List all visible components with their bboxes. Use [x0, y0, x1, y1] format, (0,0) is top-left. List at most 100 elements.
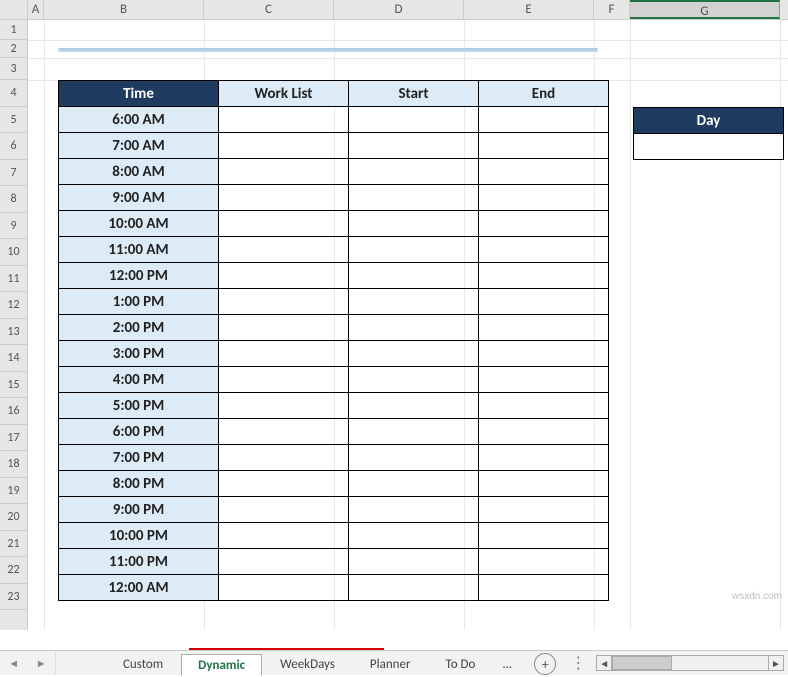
cell[interactable] [479, 133, 609, 159]
cell[interactable] [479, 393, 609, 419]
cell[interactable] [349, 211, 479, 237]
tab-planner[interactable]: Planner [353, 653, 428, 675]
cell[interactable] [219, 133, 349, 159]
cell[interactable] [349, 445, 479, 471]
header-worklist[interactable]: Work List [219, 81, 349, 107]
col-header-b[interactable]: B [44, 0, 204, 19]
cell[interactable] [219, 393, 349, 419]
time-cell[interactable]: 3:00 PM [59, 341, 219, 367]
cell[interactable] [349, 315, 479, 341]
cell[interactable] [479, 107, 609, 133]
row-header[interactable]: 6 [0, 133, 27, 160]
cell[interactable] [479, 315, 609, 341]
cell[interactable] [219, 315, 349, 341]
add-sheet-button[interactable]: + [534, 653, 556, 675]
row-header[interactable]: 7 [0, 160, 27, 187]
cell[interactable] [479, 211, 609, 237]
row-header[interactable]: 12 [0, 292, 27, 319]
nav-next-icon[interactable]: ► [36, 657, 47, 670]
col-header-c[interactable]: C [204, 0, 334, 19]
cell[interactable] [219, 107, 349, 133]
tab-weekdays[interactable]: WeekDays [263, 653, 352, 675]
cell[interactable] [349, 367, 479, 393]
row-header[interactable]: 15 [0, 372, 27, 399]
horizontal-scrollbar[interactable]: ◄ ► [592, 651, 788, 675]
time-cell[interactable]: 6:00 PM [59, 419, 219, 445]
row-header[interactable]: 13 [0, 319, 27, 346]
row-header[interactable]: 11 [0, 266, 27, 293]
cell[interactable] [219, 367, 349, 393]
cell[interactable] [349, 159, 479, 185]
nav-prev-icon[interactable]: ◄ [8, 657, 19, 670]
time-cell[interactable]: 11:00 PM [59, 549, 219, 575]
cell[interactable] [479, 263, 609, 289]
tab-dynamic[interactable]: Dynamic [181, 654, 262, 676]
row-header[interactable]: 14 [0, 345, 27, 372]
cell[interactable] [479, 185, 609, 211]
row-header[interactable]: 8 [0, 186, 27, 213]
row-header[interactable]: 10 [0, 239, 27, 266]
cell[interactable] [219, 549, 349, 575]
time-cell[interactable]: 7:00 PM [59, 445, 219, 471]
cell[interactable] [219, 471, 349, 497]
row-header[interactable]: 3 [0, 58, 27, 80]
cell[interactable] [349, 237, 479, 263]
row-header[interactable]: 18 [0, 451, 27, 478]
cell[interactable] [349, 263, 479, 289]
cell[interactable] [349, 289, 479, 315]
col-header-d[interactable]: D [334, 0, 464, 19]
time-cell[interactable]: 10:00 PM [59, 523, 219, 549]
cell[interactable] [349, 393, 479, 419]
row-header[interactable]: 22 [0, 557, 27, 584]
cell[interactable] [349, 185, 479, 211]
header-start[interactable]: Start [349, 81, 479, 107]
cell[interactable] [349, 133, 479, 159]
header-end[interactable]: End [479, 81, 609, 107]
row-header[interactable]: 9 [0, 213, 27, 240]
select-all-corner[interactable] [0, 0, 28, 19]
cell[interactable] [479, 237, 609, 263]
time-cell[interactable]: 8:00 AM [59, 159, 219, 185]
tab-custom[interactable]: Custom [106, 653, 180, 675]
cell[interactable] [349, 341, 479, 367]
cell[interactable] [479, 549, 609, 575]
scroll-left-icon[interactable]: ◄ [596, 655, 612, 671]
cell[interactable] [479, 523, 609, 549]
time-cell[interactable]: 1:00 PM [59, 289, 219, 315]
spreadsheet-grid[interactable]: Time Work List Start End 6:00 AM 7:00 AM… [28, 20, 788, 630]
cell[interactable] [349, 471, 479, 497]
cell[interactable] [349, 497, 479, 523]
cell[interactable] [219, 159, 349, 185]
cell[interactable] [479, 419, 609, 445]
scroll-thumb[interactable] [612, 656, 672, 670]
row-header[interactable]: 19 [0, 478, 27, 505]
cell[interactable] [479, 289, 609, 315]
row-header[interactable]: 20 [0, 504, 27, 531]
cell[interactable] [219, 575, 349, 601]
col-header-g[interactable]: G [630, 0, 780, 19]
time-cell[interactable]: 7:00 AM [59, 133, 219, 159]
cell[interactable] [349, 419, 479, 445]
cell[interactable] [479, 367, 609, 393]
cell[interactable] [219, 211, 349, 237]
time-cell[interactable]: 6:00 AM [59, 107, 219, 133]
cell[interactable] [479, 341, 609, 367]
cell[interactable] [219, 185, 349, 211]
cell[interactable] [349, 107, 479, 133]
cell[interactable] [219, 289, 349, 315]
row-header[interactable]: 5 [0, 107, 27, 134]
cell[interactable] [219, 497, 349, 523]
cell[interactable] [349, 523, 479, 549]
cell[interactable] [479, 159, 609, 185]
col-header-e[interactable]: E [464, 0, 594, 19]
cell[interactable] [219, 445, 349, 471]
tab-overflow[interactable]: ... [493, 653, 521, 675]
row-header[interactable]: 23 [0, 584, 27, 611]
cell[interactable] [479, 575, 609, 601]
cell[interactable] [219, 341, 349, 367]
time-cell[interactable]: 9:00 PM [59, 497, 219, 523]
tab-todo[interactable]: To Do [429, 653, 493, 675]
col-header-a[interactable]: A [28, 0, 44, 19]
scroll-track[interactable] [611, 655, 769, 671]
header-day[interactable]: Day [634, 108, 784, 134]
